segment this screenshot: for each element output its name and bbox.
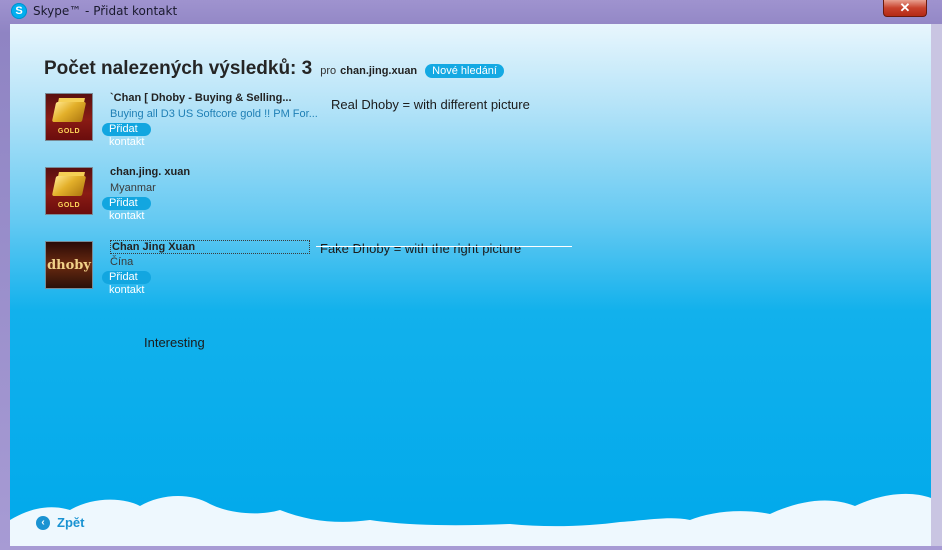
result-location: Myanmar <box>110 182 156 194</box>
for-label: pro <box>320 65 337 77</box>
annotation-fake: Fake Dhoby = with the right picture <box>320 241 522 256</box>
avatar-label: GOLD <box>57 202 81 209</box>
gold-bars-icon <box>51 176 87 196</box>
window-title: Skype™ - Přidat kontakt <box>33 4 178 18</box>
back-arrow-icon: ‹ <box>36 515 50 530</box>
result-name[interactable]: chan.jing. xuan <box>110 166 190 178</box>
window-frame: S Skype™ - Přidat kontakt ✕ Počet naleze… <box>0 0 942 550</box>
back-label: Zpět <box>57 515 85 530</box>
add-contact-button[interactable]: Přidat kontakt <box>102 197 152 222</box>
result-mood-message: Buying all D3 US Softcore gold !! PM For… <box>110 108 318 120</box>
avatar[interactable]: GOLD <box>45 93 93 141</box>
title-bar[interactable]: S Skype™ - Přidat kontakt ✕ <box>0 0 942 22</box>
search-query: chan.jing.xuan <box>340 65 418 77</box>
new-search-button[interactable]: Nové hledání <box>425 64 504 78</box>
add-contact-button[interactable]: Přidat kontakt <box>102 271 152 296</box>
close-button[interactable]: ✕ <box>883 0 927 17</box>
result-location: Čína <box>110 256 134 268</box>
annotation-interesting: Interesting <box>144 335 205 350</box>
back-button[interactable]: ‹ Zpět <box>36 515 84 530</box>
avatar[interactable]: GOLD <box>45 167 93 215</box>
result-name[interactable]: `Chan [ Dhoby - Buying & Selling... <box>110 92 292 104</box>
results-heading: Počet nalezených výsledků: 3 pro chan.ji… <box>44 58 504 80</box>
annotation-real: Real Dhoby = with different picture <box>331 97 530 112</box>
avatar-label: GOLD <box>57 128 81 135</box>
search-results-panel: Počet nalezených výsledků: 3 pro chan.ji… <box>10 24 931 546</box>
results-count-title: Počet nalezených výsledků: 3 <box>44 58 313 79</box>
clouds-decoration <box>10 493 931 546</box>
skype-logo-icon: S <box>11 3 27 19</box>
annotation-underline <box>316 246 572 247</box>
background-window-edge <box>931 24 942 546</box>
avatar[interactable]: dhoby <box>45 241 93 289</box>
gold-bars-icon <box>51 102 87 122</box>
add-contact-button[interactable]: Přidat kontakt <box>102 123 152 148</box>
avatar-label: dhoby <box>47 258 91 273</box>
result-name[interactable]: Chan Jing Xuan <box>110 240 310 254</box>
